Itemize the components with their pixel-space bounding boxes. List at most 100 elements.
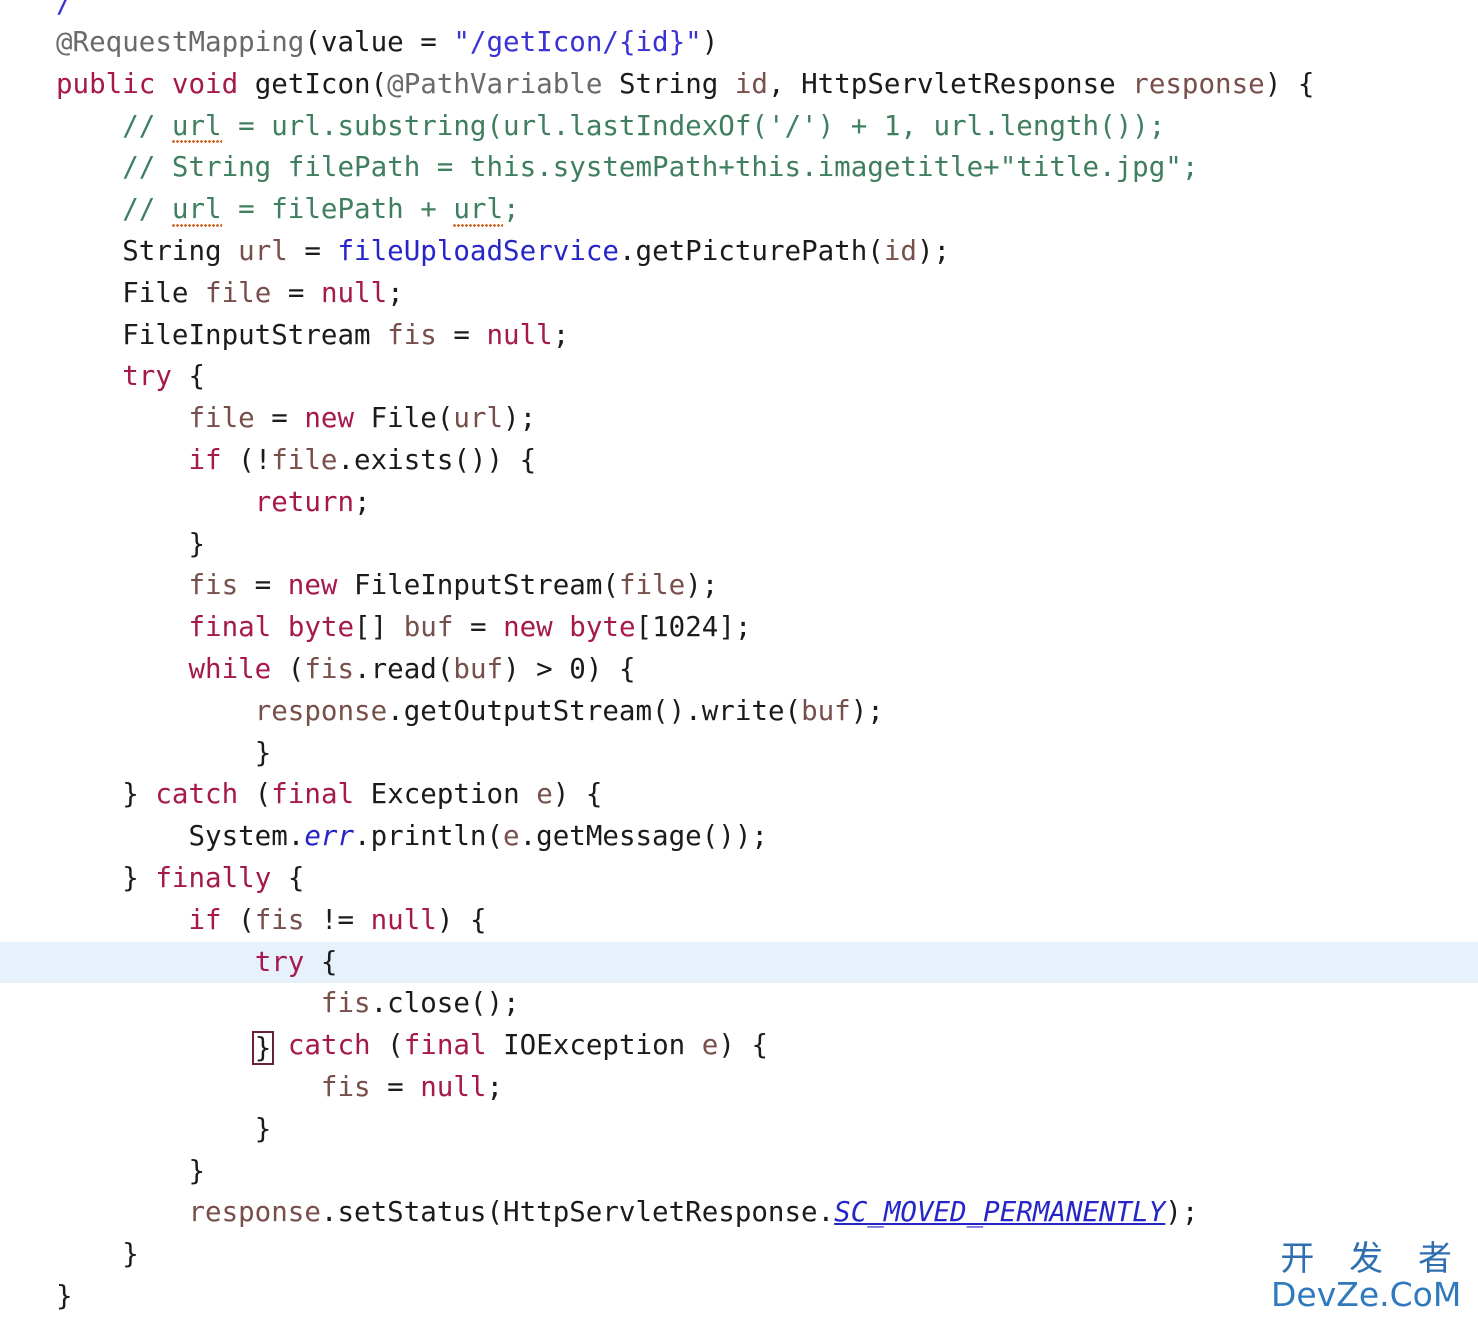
- code-token-equals: =: [287, 234, 338, 267]
- code-line-3[interactable]: // url = url.substring(url.lastIndexOf('…: [0, 106, 1478, 148]
- code-token-closing-brace: }: [188, 527, 206, 560]
- code-line-1[interactable]: @RequestMapping(value = "/getIcon/{id}"): [0, 22, 1478, 64]
- code-token-var-fis: fis: [320, 987, 371, 1020]
- code-line-26[interactable]: fis = null;: [0, 1067, 1478, 1109]
- code-token-tail: {: [271, 861, 305, 894]
- code-line-20[interactable]: System.err.println(e.getMessage());: [0, 816, 1478, 858]
- code-token-arg-file: file: [618, 569, 686, 602]
- code-line-24[interactable]: fis.close();: [0, 983, 1478, 1025]
- code-token-equals: =: [370, 1070, 421, 1103]
- code-line-17[interactable]: response.getOutputStream().write(buf);: [0, 691, 1478, 733]
- code-line-2[interactable]: public void getIcon(@PathVariable String…: [0, 64, 1478, 106]
- code-token-var-url: url: [238, 234, 288, 267]
- code-token-keyword-new: new: [503, 611, 553, 644]
- code-line-13[interactable]: }: [0, 524, 1478, 566]
- code-token-var-file: file: [188, 402, 255, 435]
- code-line-10[interactable]: file = new File(url);: [0, 398, 1478, 440]
- code-line-0[interactable]: /: [0, 0, 1478, 22]
- code-line-6[interactable]: String url = fileUploadService.getPictur…: [0, 231, 1478, 273]
- code-lines-container[interactable]: / @RequestMapping(value = "/getIcon/{id}…: [0, 0, 1478, 1318]
- code-line-5[interactable]: // url = filePath + url;: [0, 189, 1478, 231]
- code-line-7[interactable]: File file = null;: [0, 273, 1478, 315]
- code-token-keyword-final: final: [271, 778, 355, 811]
- code-token-tail: ) {: [718, 1029, 768, 1062]
- code-token-tail: .getMessage());: [519, 820, 768, 853]
- code-token-arg-buf: buf: [453, 652, 504, 685]
- code-token-tail: ) {: [1264, 67, 1315, 100]
- code-line-8[interactable]: FileInputStream fis = null;: [0, 315, 1478, 357]
- code-line-4[interactable]: // String filePath = this.systemPath+thi…: [0, 147, 1478, 189]
- code-token-var-response: response: [254, 694, 388, 727]
- code-line-14[interactable]: fis = new FileInputStream(file);: [0, 565, 1478, 607]
- code-token-string-literal: "/getIcon/{id}": [453, 26, 702, 58]
- code-token-method-call: .getPicturePath(: [618, 234, 884, 267]
- code-line-15[interactable]: final byte[] buf = new byte[1024];: [0, 607, 1478, 649]
- code-token-tail: );: [503, 402, 537, 435]
- code-token-tail: ;: [387, 276, 404, 309]
- code-token-keyword-byte: byte: [287, 611, 355, 644]
- code-token-tail: ;: [354, 485, 371, 518]
- code-line-21[interactable]: } finally {: [0, 858, 1478, 900]
- code-line-18[interactable]: }: [0, 733, 1478, 775]
- code-line-27[interactable]: }: [0, 1109, 1478, 1151]
- code-token-type-system: System.: [188, 820, 305, 853]
- watermark-chinese-text: 开 发 者: [1280, 1239, 1464, 1279]
- code-token-keyword-new: new: [287, 569, 338, 602]
- code-token-type-fileinputstream: FileInputStream(: [337, 569, 619, 602]
- code-line-29[interactable]: response.setStatus(HttpServletResponse.S…: [0, 1192, 1478, 1234]
- code-line-23-current[interactable]: try {: [0, 941, 1478, 984]
- code-token-tail: .close();: [370, 987, 520, 1020]
- code-line-9[interactable]: try {: [0, 356, 1478, 398]
- code-token-misspelled-word: url: [171, 106, 222, 148]
- code-token-type-string: String: [618, 67, 719, 100]
- code-line-22[interactable]: if (fis != null) {: [0, 900, 1478, 942]
- code-token-keyword-catch: catch: [155, 778, 239, 811]
- code-line-11[interactable]: if (!file.exists()) {: [0, 440, 1478, 482]
- code-token-open: (: [238, 778, 272, 811]
- code-token-arg-url: url: [453, 402, 504, 435]
- code-token-matching-brace: }: [251, 1031, 275, 1066]
- code-token-method-call: .getOutputStream().write(: [387, 694, 802, 727]
- code-token-method-name: getIcon: [254, 67, 371, 100]
- code-token-equals: =: [453, 611, 504, 644]
- code-line-19[interactable]: } catch (final Exception e) {: [0, 774, 1478, 816]
- code-token-type-file: File: [122, 276, 189, 309]
- code-line-16[interactable]: while (fis.read(buf) > 0) {: [0, 649, 1478, 691]
- code-token-method-call: .read(: [354, 652, 454, 685]
- code-token-keyword-null: null: [320, 276, 388, 309]
- code-token-paren: (: [370, 67, 388, 100]
- code-editor[interactable]: / @RequestMapping(value = "/getIcon/{id}…: [0, 0, 1478, 1318]
- code-token-keyword-finally: finally: [155, 861, 272, 894]
- code-token-annotation: @RequestMapping: [56, 26, 305, 58]
- code-line-30[interactable]: }: [0, 1234, 1478, 1276]
- code-line-12[interactable]: return;: [0, 482, 1478, 524]
- code-token-brackets: []: [354, 611, 404, 644]
- code-token-var-file: file: [271, 443, 338, 476]
- code-line-28[interactable]: }: [0, 1151, 1478, 1193]
- code-line-25[interactable]: } catch (final IOException e) {: [0, 1025, 1478, 1067]
- code-token-comment-prefix: //: [122, 193, 172, 226]
- code-token-keyword-new: new: [304, 402, 355, 435]
- code-token-keyword-null: null: [370, 903, 437, 936]
- code-token-keyword-null: null: [420, 1070, 487, 1103]
- code-line-31[interactable]: }: [0, 1276, 1478, 1318]
- code-token-partial-glyph: /: [56, 0, 73, 19]
